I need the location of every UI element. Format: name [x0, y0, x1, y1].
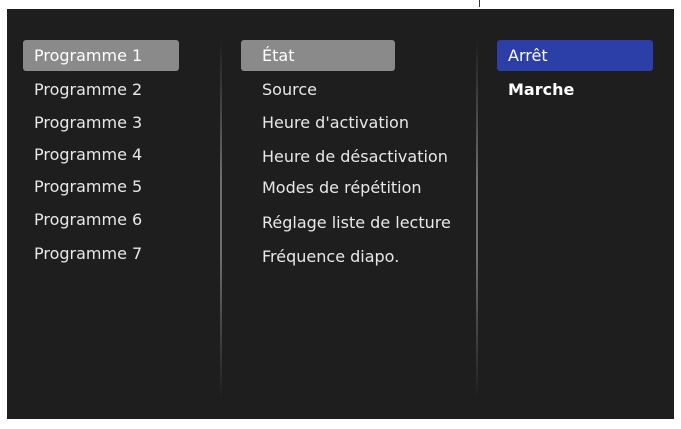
program-item-5[interactable]: Programme 5	[23, 171, 179, 202]
program-item-3[interactable]: Programme 3	[23, 107, 179, 138]
column-divider-left	[220, 39, 222, 399]
setting-item-source[interactable]: Source	[241, 74, 395, 105]
program-item-6[interactable]: Programme 6	[23, 204, 179, 235]
setting-item-state[interactable]: État	[241, 40, 395, 71]
option-item-off[interactable]: Arrêt	[497, 40, 653, 71]
osd-menu-panel: Programme 1 Programme 2 Programme 3 Prog…	[7, 9, 674, 419]
program-item-4[interactable]: Programme 4	[23, 139, 179, 170]
option-item-on[interactable]: Marche	[497, 74, 653, 105]
program-item-7[interactable]: Programme 7	[23, 238, 179, 269]
setting-item-off-time[interactable]: Heure de désactivation	[241, 141, 448, 172]
program-item-1[interactable]: Programme 1	[23, 40, 179, 71]
column-divider-right	[476, 39, 478, 399]
top-tick-mark	[479, 0, 480, 7]
setting-item-slideshow-frequency[interactable]: Fréquence diapo.	[241, 241, 399, 272]
program-item-2[interactable]: Programme 2	[23, 74, 179, 105]
setting-item-repeat-modes[interactable]: Modes de répétition	[241, 172, 422, 203]
setting-item-playlist[interactable]: Réglage liste de lecture	[241, 207, 451, 238]
setting-item-on-time[interactable]: Heure d'activation	[241, 107, 409, 138]
